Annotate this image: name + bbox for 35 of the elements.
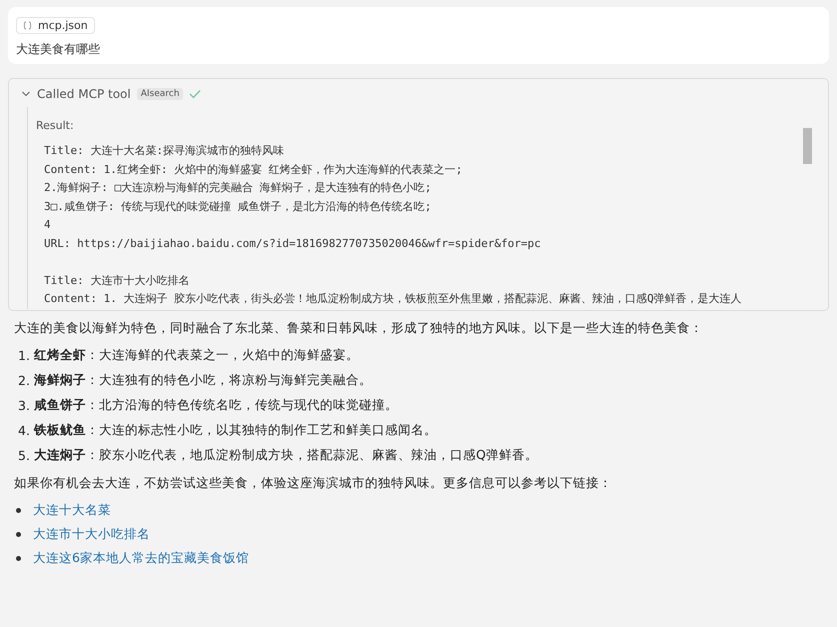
tool-name-tag: AIsearch <box>136 88 184 100</box>
list-number: 1. <box>18 348 30 363</box>
dish-item: 大连焖子：胶东小吃代表，地瓜淀粉制成方块，搭配蒜泥、麻酱、辣油，口感Q弹鲜香。 <box>34 447 538 464</box>
attachment-chip[interactable]: mcp.json <box>16 17 95 34</box>
result-line: Title: 大连十大名菜:探寻海滨城市的独特风味 <box>44 144 284 157</box>
result-line: 4 <box>44 218 51 231</box>
dish-item: 海鲜焖子：大连独有的特色小吃，将凉粉与海鲜完美融合。 <box>34 372 372 389</box>
tool-call-label: Called MCP tool <box>37 87 131 101</box>
answer-intro: 大连的美食以海鲜为特色，同时融合了东北菜、鲁菜和日韩风味，形成了独特的地方风味。以下是一些大连的特色美食： <box>14 319 704 337</box>
bullet-icon <box>16 532 21 536</box>
answer-outro: 如果你有机会去大连，不妨尝试这些美食，体验这座海滨城市的独特风味。更多信息可以参考以下链接： <box>14 474 613 492</box>
dish-item: 咸鱼饼子：北方沿海的特色传统名吃，传统与现代的味觉碰撞。 <box>34 397 398 414</box>
result-line: URL: https://baijiahao.baidu.com/s?id=1816982770735020046&wfr=spider&for=pc <box>44 236 541 250</box>
list-number: 4. <box>18 423 30 438</box>
json-file-icon <box>23 21 32 30</box>
result-label: Result: <box>36 118 75 132</box>
source-link[interactable]: 大连十大名菜 <box>33 502 111 518</box>
result-line: Title: 大连市十大小吃排名 <box>44 274 190 286</box>
dish-item: 铁板鱿鱼：大连的标志性小吃，以其独特的制作工艺和鲜美口感闻名。 <box>34 422 437 439</box>
scrollbar-thumb[interactable] <box>803 128 812 164</box>
result-line: 3□.咸鱼饼子: 传统与现代的味觉碰撞 咸鱼饼子，是北方沿海的特色传统名吃; <box>44 200 432 212</box>
chevron-icon[interactable] <box>21 89 31 99</box>
user-question: 大连美食有哪些 <box>16 41 101 58</box>
result-line: Content: 1. 大连焖子 胶东小吃代表，街头必尝！地瓜淀粉制成方块，铁板煎至外焦里嫩，搭配蒜泥、麻酱、辣油，口感Q弹鲜香，是大连人 <box>44 292 742 305</box>
list-number: 2. <box>18 373 30 388</box>
source-link[interactable]: 大连市十大小吃排名 <box>33 526 150 542</box>
bullet-icon <box>16 508 21 512</box>
bullet-icon <box>16 556 21 560</box>
source-link[interactable]: 大连这6家本地人常去的宝藏美食饭馆 <box>33 550 249 566</box>
list-number: 5. <box>18 448 30 463</box>
result-line: 2.海鲜焖子: □大连凉粉与海鲜的完美融合 海鲜焖子，是大连独有的特色小吃; <box>44 181 432 194</box>
result-line: Content: 1.红烤全虾: 火焰中的海鲜盛宴 红烤全虾，作为大连海鲜的代表菜之一; <box>44 162 462 176</box>
list-number: 3. <box>18 398 30 413</box>
dish-item: 红烤全虾：大连海鲜的代表菜之一，火焰中的海鲜盛宴。 <box>34 347 359 364</box>
checkmark-icon <box>189 89 202 99</box>
